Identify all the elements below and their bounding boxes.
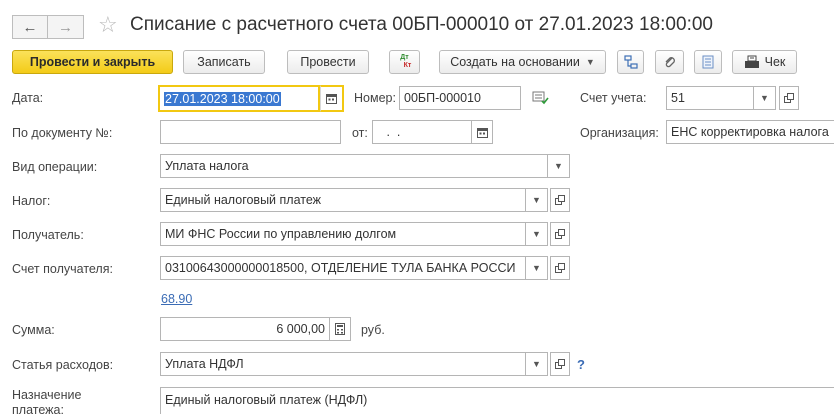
recipient-label: Получатель: xyxy=(12,228,84,242)
expense-item-label: Статья расходов: xyxy=(12,358,114,372)
account-open-button[interactable] xyxy=(779,86,799,110)
help-question-icon[interactable]: ? xyxy=(577,357,585,372)
cash-register-icon xyxy=(744,55,759,68)
report-button[interactable] xyxy=(694,50,722,74)
doc-date-calendar-button[interactable] xyxy=(472,120,493,144)
amount-calculator-button[interactable] xyxy=(330,317,351,341)
open-window-icon xyxy=(555,229,565,239)
recipient-open-button[interactable] xyxy=(550,222,570,246)
open-window-icon xyxy=(784,93,794,103)
doc-date-label: от: xyxy=(352,126,368,140)
organization-field[interactable]: ЕНС корректировка налога xyxy=(666,120,834,144)
operation-type-dropdown-button[interactable]: ▼ xyxy=(548,154,570,178)
forward-button[interactable]: → xyxy=(48,15,84,39)
recipient-account-dropdown-button[interactable]: ▼ xyxy=(526,256,548,280)
operation-type-label: Вид операции: xyxy=(12,160,98,174)
expense-item-open-button[interactable] xyxy=(550,352,570,376)
account-link[interactable]: 68.90 xyxy=(161,292,192,306)
amount-label: Сумма: xyxy=(12,323,55,337)
date-label: Дата: xyxy=(12,91,44,105)
operation-type-field[interactable]: Уплата налога xyxy=(160,154,548,178)
expense-item-field[interactable]: Уплата НДФЛ xyxy=(160,352,526,376)
create-based-on-button[interactable]: Создать на основании ▼ xyxy=(439,50,606,74)
account-dropdown-button[interactable]: ▼ xyxy=(754,86,776,110)
recipient-field[interactable]: МИ ФНС России по управлению долгом xyxy=(160,222,526,246)
purpose-textarea[interactable]: Единый налоговый платеж (НДФЛ) xyxy=(160,387,834,414)
number-edit-icon[interactable] xyxy=(532,90,549,108)
check-button[interactable]: Чек xyxy=(732,50,797,74)
structure-button[interactable] xyxy=(617,50,644,74)
expense-item-dropdown-button[interactable]: ▼ xyxy=(526,352,548,376)
arrow-left-icon: ← xyxy=(22,18,38,36)
open-window-icon xyxy=(555,263,565,273)
post-and-close-button[interactable]: Провести и закрыть xyxy=(12,50,173,74)
tax-open-button[interactable] xyxy=(550,188,570,212)
calendar-icon xyxy=(476,127,488,138)
arrow-right-icon: → xyxy=(58,18,73,36)
post-button[interactable]: Провести xyxy=(287,50,369,74)
recipient-dropdown-button[interactable]: ▼ xyxy=(526,222,548,246)
hierarchy-icon xyxy=(623,55,638,69)
number-label: Номер: xyxy=(354,91,396,105)
caret-down-icon: ▼ xyxy=(554,161,563,171)
caret-down-icon: ▼ xyxy=(532,195,541,205)
paperclip-icon xyxy=(665,57,675,68)
attach-button[interactable] xyxy=(655,50,684,74)
date-field[interactable]: 27.01.2023 18:00:00 xyxy=(158,85,320,112)
recipient-account-label: Счет получателя: xyxy=(12,262,113,276)
open-window-icon xyxy=(555,195,565,205)
document-list-icon xyxy=(702,55,714,69)
account-field[interactable]: 51 xyxy=(666,86,754,110)
account-label: Счет учета: xyxy=(580,91,647,105)
recipient-account-open-button[interactable] xyxy=(550,256,570,280)
recipient-account-field[interactable]: 03100643000000018500, ОТДЕЛЕНИЕ ТУЛА БАН… xyxy=(160,256,526,280)
save-button[interactable]: Записать xyxy=(183,50,265,74)
currency-unit: руб. xyxy=(361,323,385,337)
dt-kt-button[interactable]: Дт Кт xyxy=(389,50,420,74)
number-field[interactable]: 00БП-000010 xyxy=(399,86,521,110)
caret-down-icon: ▼ xyxy=(532,263,541,273)
purpose-label-line2: платежа: xyxy=(12,403,64,417)
tax-label: Налог: xyxy=(12,194,51,208)
caret-down-icon: ▼ xyxy=(532,229,541,239)
amount-field[interactable]: 6 000,00 xyxy=(160,317,330,341)
open-window-icon xyxy=(555,359,565,369)
dt-kt-icon: Дт xyxy=(400,54,409,61)
doc-number-field[interactable] xyxy=(160,120,341,144)
date-calendar-button[interactable] xyxy=(320,85,344,112)
doc-number-label: По документу №: xyxy=(12,126,113,140)
calendar-icon xyxy=(326,94,337,104)
tax-dropdown-button[interactable]: ▼ xyxy=(526,188,548,212)
page-title: Списание с расчетного счета 00БП-000010 … xyxy=(130,14,713,35)
caret-down-icon: ▼ xyxy=(760,93,769,103)
caret-down-icon: ▼ xyxy=(585,57,595,67)
doc-date-field[interactable]: . . xyxy=(372,120,472,144)
tax-field[interactable]: Единый налоговый платеж xyxy=(160,188,526,212)
caret-down-icon: ▼ xyxy=(532,359,541,369)
purpose-label-line1: Назначение xyxy=(12,388,82,402)
favorite-star-icon[interactable]: ☆ xyxy=(98,12,118,38)
organization-label: Организация: xyxy=(580,126,659,140)
calculator-icon xyxy=(335,323,345,335)
back-button[interactable]: ← xyxy=(12,15,48,39)
